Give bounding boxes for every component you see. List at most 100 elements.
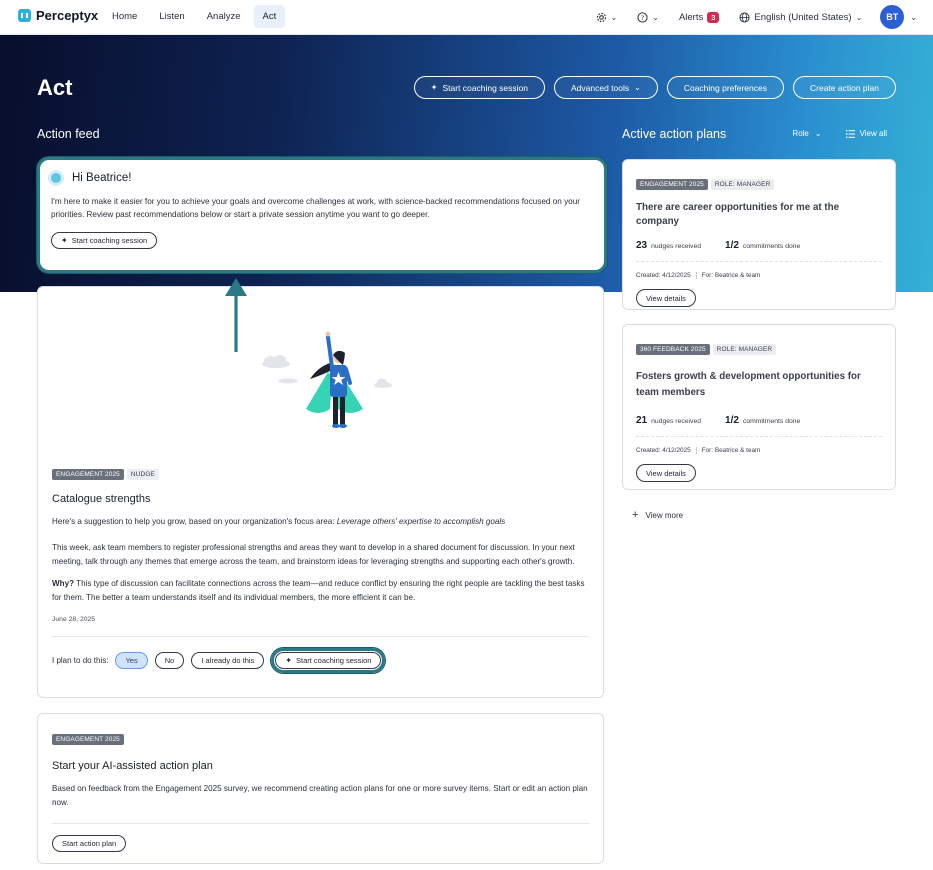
role-filter[interactable]: Role ⌄ [792, 129, 821, 138]
commitments-label: commitments done [742, 418, 801, 425]
nudges-label: nudges received [651, 418, 702, 425]
nudge-paragraph: This week, ask team members to register … [52, 543, 575, 566]
greeting-start-coaching-button[interactable]: ✦ Start coaching session [51, 232, 158, 249]
sparkle-icon: ✦ [61, 236, 68, 245]
action-plan-card: ENGAGEMENT 2025 ROLE: MANAGER There are c… [622, 159, 896, 310]
primary-nav: Home Listen Analyze Act [103, 5, 286, 28]
create-action-plan-button[interactable]: Create action plan [793, 76, 896, 99]
brand-logo[interactable]: Perceptyx [18, 8, 98, 23]
alerts-count-badge: 3 [707, 11, 720, 23]
language-selector[interactable]: English (United States) ⌄ [739, 12, 862, 23]
tag-role: ROLE: MANAGER [712, 344, 777, 355]
action-feed-title: Action feed [37, 127, 100, 141]
ai-plan-title: Start your AI-assisted action plan [52, 760, 213, 772]
header-actions: ✦ Start coaching session Advanced tools … [413, 76, 896, 99]
created-date: Created: 4/12/2025 [636, 272, 691, 279]
tag-survey: ENGAGEMENT 2025 [52, 734, 124, 745]
tag-survey: 360 FEEDBACK 2025 [636, 344, 710, 355]
nudges-count: 21 [636, 415, 648, 426]
action-plan-card: 360 FEEDBACK 2025 ROLE: MANAGER Fosters g… [622, 324, 896, 490]
greeting-text: I'm here to make it easier for you to ac… [51, 197, 581, 219]
created-date: Created: 4/12/2025 [636, 447, 691, 454]
plan-title[interactable]: There are career opportunities for me at… [636, 201, 882, 229]
alerts-label: Alerts [678, 11, 704, 23]
plan-label: I plan to do this: [52, 656, 109, 665]
divider [636, 436, 882, 437]
greeting-card: Hi Beatrice! I'm here to make it easier … [37, 157, 607, 273]
chevron-down-icon: ⌄ [855, 12, 863, 22]
view-details-button[interactable]: View details [636, 289, 696, 307]
plan-meta: Created: 4/12/2025 For: Beatrice & team [636, 272, 882, 279]
top-navigation: Perceptyx Home Listen Analyze Act ⌄ ? ⌄ … [0, 0, 933, 35]
view-details-button[interactable]: View details [636, 464, 696, 482]
divider [52, 636, 589, 637]
nav-home[interactable]: Home [103, 5, 146, 28]
commitments-count: 1/2 [725, 240, 739, 251]
chevron-down-icon[interactable]: ⌄ [910, 13, 917, 22]
view-more-link[interactable]: + View more [632, 509, 683, 521]
chevron-down-icon: ⌄ [634, 83, 641, 92]
nav-act[interactable]: Act [253, 5, 286, 28]
nudge-date: June 28, 2025 [52, 616, 96, 623]
nudge-start-coaching-button[interactable]: ✦ Start coaching session [275, 652, 382, 669]
tag-type: NUDGE [126, 469, 159, 480]
superhero-illustration [262, 331, 392, 428]
nudges-count: 23 [636, 240, 648, 251]
user-avatar[interactable]: BT [880, 5, 905, 29]
plan-owner: For: Beatrice & team [701, 272, 761, 279]
plan-title[interactable]: Fosters growth & development opportuniti… [636, 369, 882, 401]
button-label: Start coaching session [71, 236, 148, 245]
gear-icon [596, 12, 606, 22]
nav-listen[interactable]: Listen [150, 5, 193, 28]
alerts-link[interactable]: Alerts 3 [678, 11, 720, 23]
arrow-up-icon [225, 278, 247, 352]
view-all-label: View all [859, 129, 887, 138]
button-label: Start coaching session [442, 82, 528, 93]
assistant-orb-icon [51, 173, 61, 183]
active-plans-title: Active action plans [622, 127, 727, 141]
tag-role: ROLE: MANAGER [710, 179, 775, 190]
advanced-tools-button[interactable]: Advanced tools ⌄ [554, 76, 658, 99]
perceptyx-logo-icon [18, 9, 31, 22]
nudge-card: ENGAGEMENT 2025 NUDGE Catalogue strengths… [37, 286, 604, 698]
coaching-preferences-button[interactable]: Coaching preferences [666, 76, 784, 99]
commitments-label: commitments done [742, 243, 801, 250]
plan-stats: 23 nudges received 1/2 commitments done [636, 235, 882, 253]
option-yes-button[interactable]: Yes [115, 652, 148, 669]
list-icon [845, 129, 855, 138]
view-all-link[interactable]: View all [845, 129, 887, 138]
button-label: Start coaching session [295, 656, 372, 665]
help-menu[interactable]: ? ⌄ [637, 11, 659, 23]
start-coaching-session-button[interactable]: ✦ Start coaching session [413, 76, 545, 99]
plans-controls: Role ⌄ View all [792, 129, 887, 138]
coaching-highlight: ✦ Start coaching session [271, 648, 386, 673]
nudge-content: ENGAGEMENT 2025 NUDGE Catalogue strengths… [52, 463, 589, 673]
meta-separator [695, 447, 697, 454]
chevron-down-icon: ⌄ [652, 12, 659, 22]
button-label: Coaching preferences [683, 82, 767, 93]
ai-plan-text: Based on feedback from the Engagement 20… [52, 784, 588, 807]
nav-utilities: ⌄ ? ⌄ Alerts 3 English (United States) ⌄… [576, 4, 917, 30]
intro-text: Here's a suggestion to help you grow, ba… [52, 517, 337, 526]
nudge-intro: Here's a suggestion to help you grow, ba… [52, 515, 589, 529]
nav-analyze[interactable]: Analyze [198, 5, 250, 28]
plan-meta: Created: 4/12/2025 For: Beatrice & team [636, 447, 882, 454]
divider [636, 261, 882, 262]
greeting-title: Hi Beatrice! [72, 172, 132, 184]
ai-action-plan-card: ENGAGEMENT 2025 Start your AI-assisted a… [37, 713, 604, 864]
meta-separator [695, 272, 697, 279]
sparkle-icon: ✦ [285, 656, 292, 665]
option-already-button[interactable]: I already do this [191, 652, 265, 669]
tag-survey: ENGAGEMENT 2025 [52, 469, 124, 480]
role-filter-label: Role [792, 129, 809, 138]
button-label: Advanced tools [571, 82, 630, 93]
view-more-label: View more [645, 510, 684, 520]
focus-area: Leverage others' expertise to accomplish… [336, 517, 506, 526]
why-text: This type of discussion can facilitate c… [52, 579, 585, 602]
nudge-why: Why? This type of discussion can facilit… [52, 577, 589, 605]
start-action-plan-button[interactable]: Start action plan [52, 835, 127, 852]
sparkle-icon: ✦ [430, 83, 438, 92]
button-label: Create action plan [810, 82, 879, 93]
option-no-button[interactable]: No [154, 652, 185, 669]
settings-menu[interactable]: ⌄ [596, 12, 617, 23]
